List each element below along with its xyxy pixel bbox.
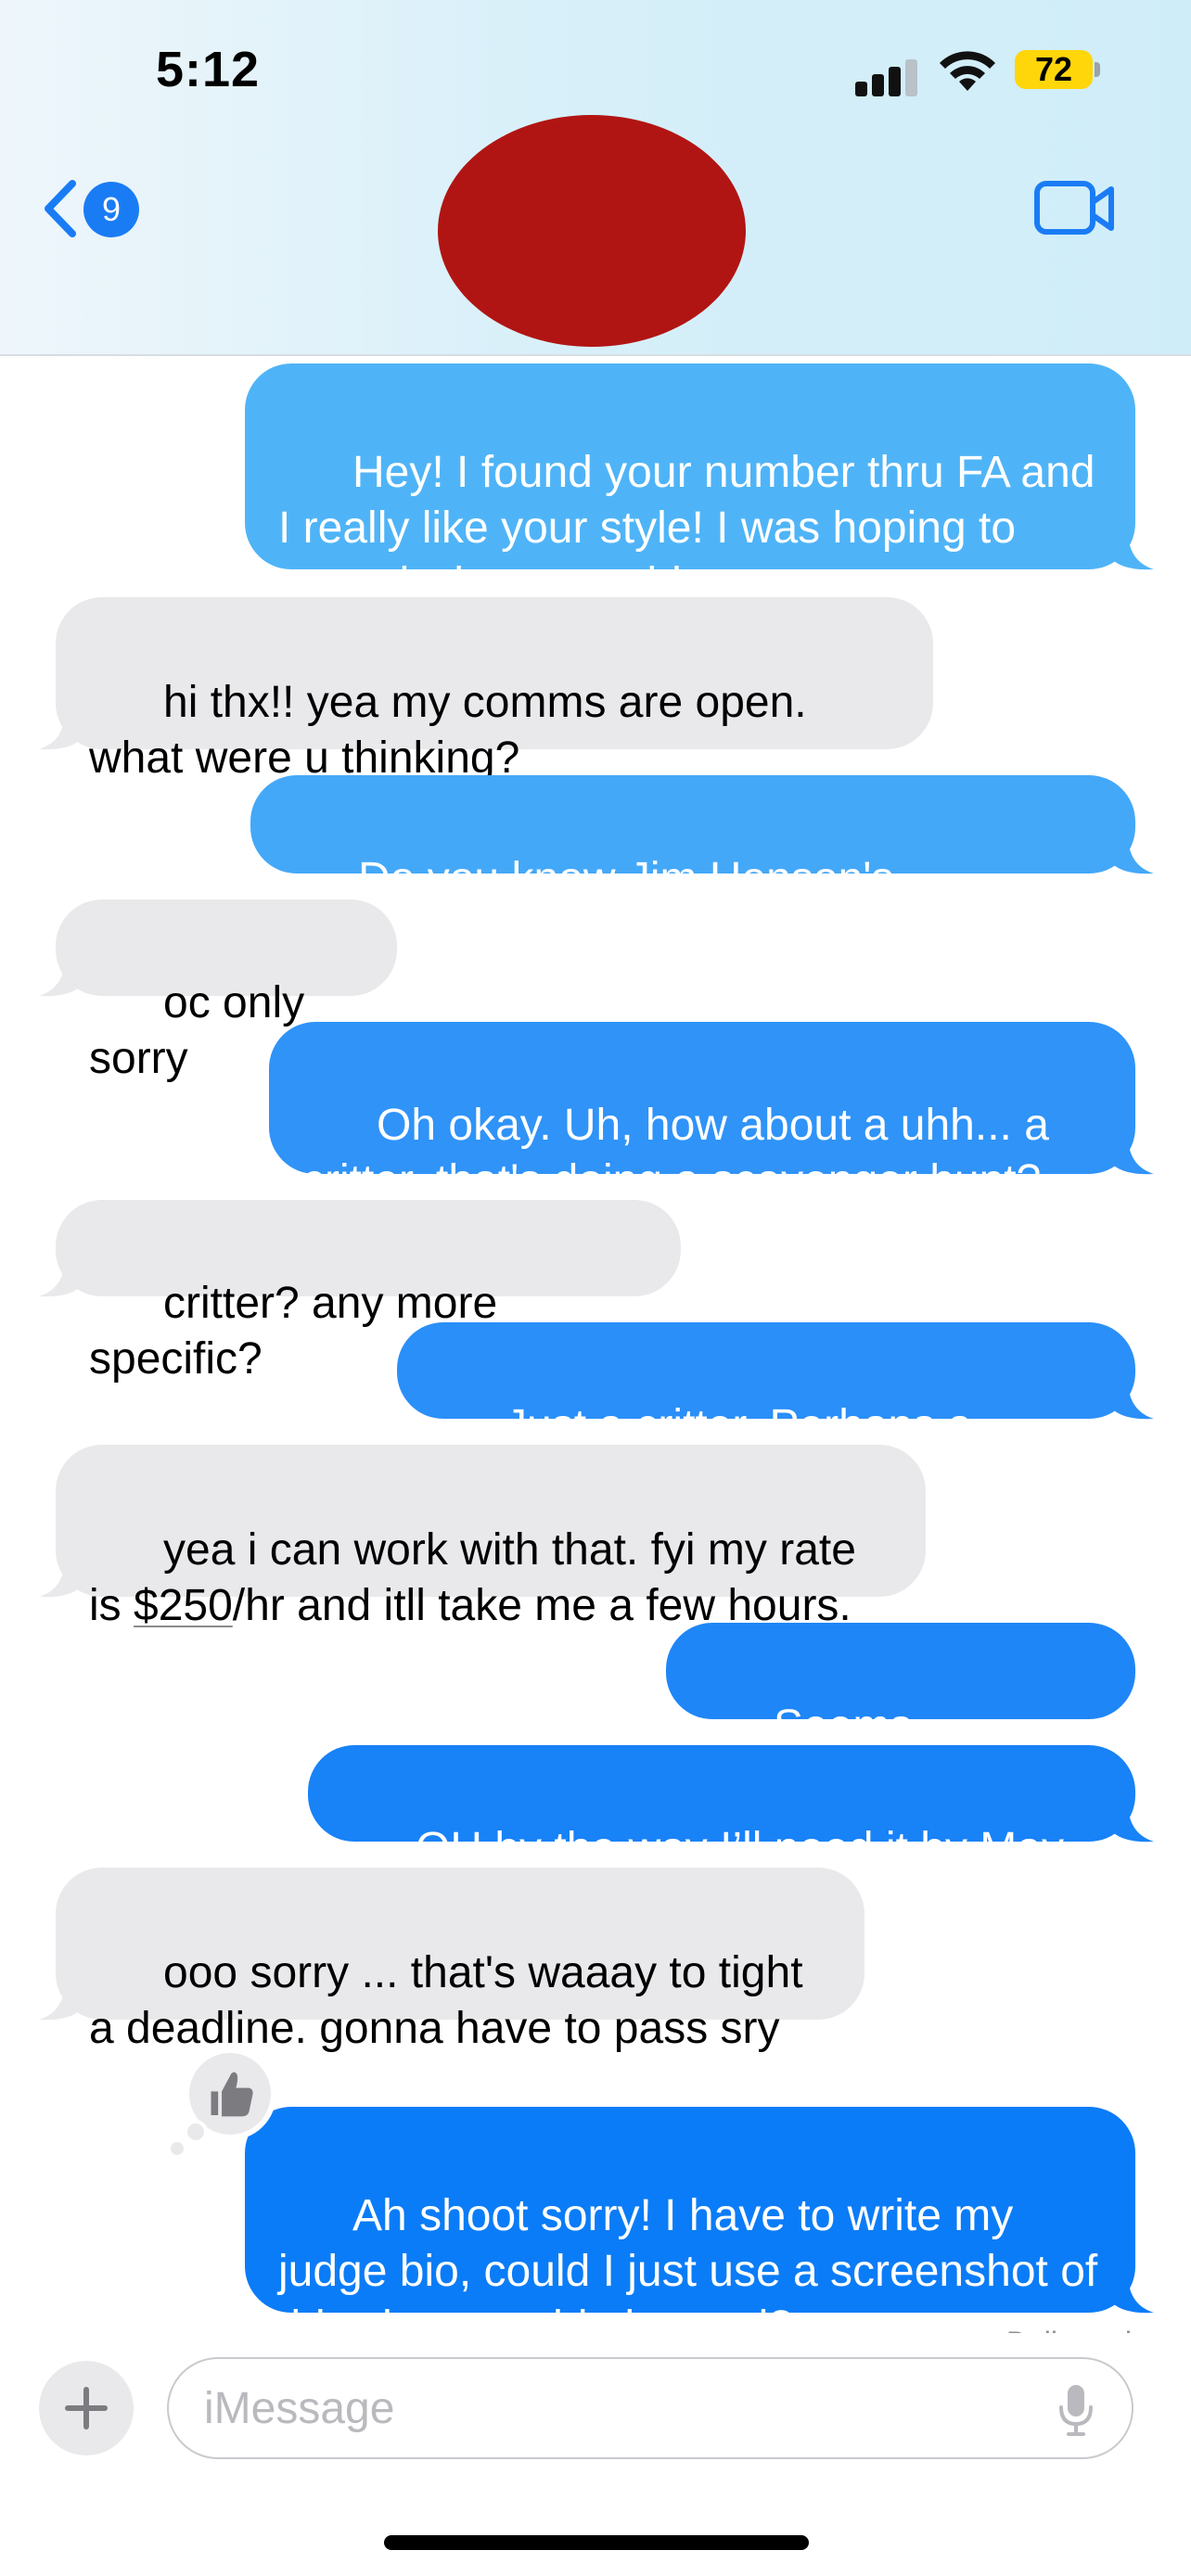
imessage-input[interactable]: iMessage bbox=[167, 2357, 1133, 2459]
message-list[interactable]: Hey! I found your number thru FA and I r… bbox=[0, 358, 1191, 2333]
incoming-message[interactable]: yea i can work with that. fyi my rate is… bbox=[56, 1445, 926, 1630]
outgoing-message[interactable]: OH by the way I’ll need it by May 1st bbox=[308, 1745, 1135, 1929]
back-button[interactable]: 9 bbox=[41, 174, 152, 245]
contact-avatar[interactable] bbox=[438, 115, 746, 347]
bubble-tail bbox=[1109, 1384, 1154, 1420]
outgoing-message[interactable]: Ah shoot sorry! I have to write my judge… bbox=[245, 2107, 1135, 2333]
incoming-message[interactable]: hi thx!! yea my comms are open. what wer… bbox=[56, 597, 933, 783]
input-placeholder: iMessage bbox=[204, 2384, 395, 2433]
incoming-message[interactable]: critter? any more specific? bbox=[56, 1200, 681, 1384]
video-camera-icon[interactable] bbox=[1033, 178, 1117, 239]
thumbs-up-icon bbox=[211, 2072, 253, 2117]
outgoing-message[interactable]: Oh okay. Uh, how about a uhh... a critte… bbox=[269, 1022, 1135, 1205]
microphone-icon[interactable] bbox=[1057, 2383, 1095, 2437]
messages-screen: 5:12 72 9 Hey! I found your number thru … bbox=[0, 0, 1191, 2576]
incoming-message[interactable]: oc only sorry bbox=[56, 899, 397, 1083]
battery-indicator: 72 bbox=[1015, 50, 1093, 89]
price-link[interactable]: $250 bbox=[134, 1581, 233, 1630]
tapback-bubble-dot bbox=[184, 2120, 208, 2144]
unread-count-badge: 9 bbox=[83, 182, 139, 237]
outgoing-message[interactable]: Just a critter. Perhaps a varmint bbox=[397, 1322, 1135, 1506]
bubble-tail bbox=[39, 1984, 83, 2021]
bubble-tail bbox=[39, 961, 83, 997]
bubble-tail bbox=[1109, 534, 1154, 570]
bubble-tail bbox=[39, 714, 83, 750]
wifi-icon bbox=[940, 51, 995, 91]
bubble-tail bbox=[1109, 838, 1154, 874]
bubble-tail bbox=[39, 1562, 83, 1598]
bubble-tail bbox=[39, 1261, 83, 1297]
message-text: ooo sorry ... that's waaay to tight a de… bbox=[89, 1948, 815, 2053]
apps-plus-button[interactable] bbox=[39, 2361, 134, 2455]
home-indicator[interactable] bbox=[384, 2535, 809, 2550]
bubble-tail bbox=[1109, 1139, 1154, 1175]
status-time: 5:12 bbox=[156, 42, 261, 97]
conversation-header: 5:12 72 9 bbox=[0, 0, 1191, 356]
bubble-tail bbox=[1109, 1806, 1154, 1843]
plus-icon bbox=[65, 2387, 108, 2429]
message-text: Hey! I found your number thru FA and I r… bbox=[278, 448, 1108, 608]
tapback-tail-dot bbox=[171, 2142, 184, 2155]
chevron-left-icon bbox=[45, 180, 76, 237]
incoming-message[interactable]: ooo sorry ... that's waaay to tight a de… bbox=[56, 1868, 864, 2053]
message-text-before: OH by the way I’ll need it by bbox=[416, 1824, 980, 1873]
outgoing-message[interactable]: Hey! I found your number thru FA and I r… bbox=[245, 363, 1135, 608]
battery-cap bbox=[1095, 62, 1100, 77]
message-text: Oh okay. Uh, how about a uhh... a critte… bbox=[302, 1101, 1062, 1205]
bubble-tail bbox=[1109, 2277, 1154, 2314]
outgoing-message[interactable]: Do you know Jim Henson's Dinosaurs? bbox=[250, 775, 1135, 959]
message-text: hi thx!! yea my comms are open. what wer… bbox=[89, 678, 819, 783]
message-text: Ah shoot sorry! I have to write my judge… bbox=[278, 2191, 1110, 2333]
delivered-status: Delivered bbox=[1006, 2326, 1132, 2333]
cellular-signal-icon bbox=[855, 57, 920, 96]
outgoing-message[interactable]: Seems reasonable. bbox=[666, 1623, 1135, 1806]
